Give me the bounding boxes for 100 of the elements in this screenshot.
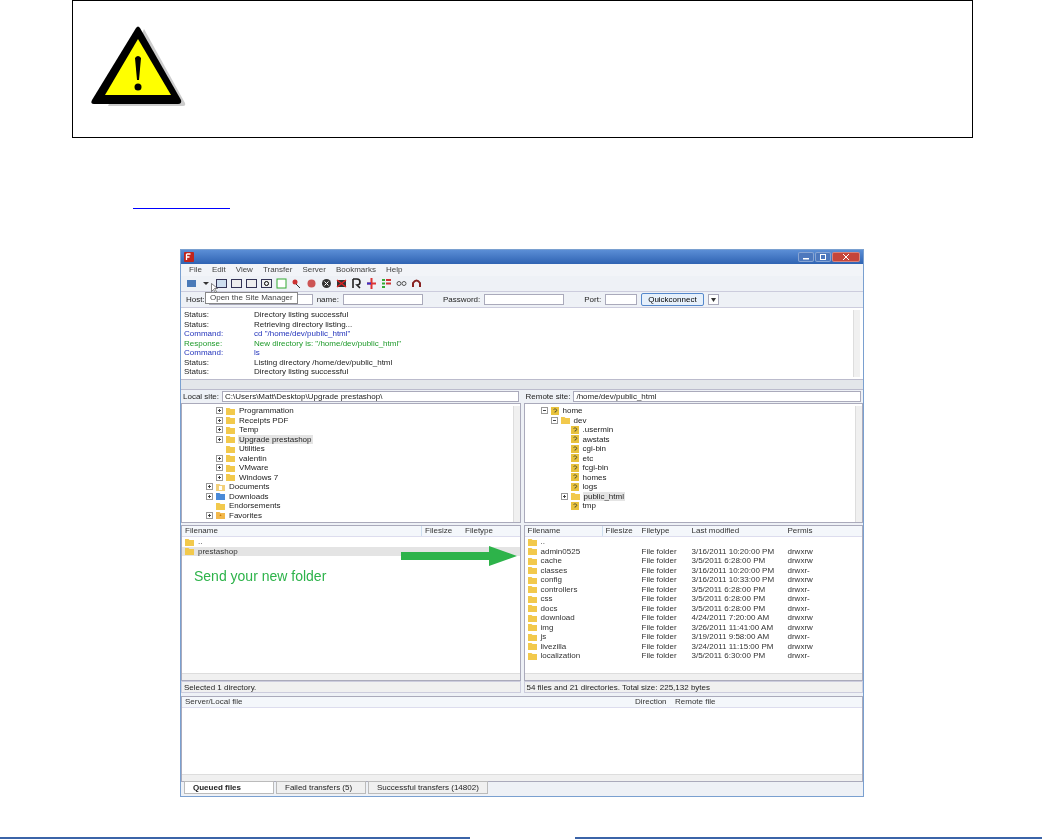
expand-icon[interactable] <box>206 511 213 519</box>
scrollbar[interactable] <box>524 673 862 680</box>
disconnect-icon[interactable] <box>336 278 347 289</box>
column-header[interactable]: Permis <box>784 526 819 536</box>
tree-item[interactable]: Temp <box>238 425 260 435</box>
expand-icon[interactable] <box>216 416 223 424</box>
menu-item[interactable]: File <box>189 265 202 275</box>
column-header[interactable]: Filetype <box>638 526 689 536</box>
tree-item[interactable]: valentin <box>238 453 268 463</box>
expand-icon[interactable] <box>206 483 213 491</box>
scrollbar[interactable] <box>182 673 520 680</box>
file-name[interactable]: admin0525 <box>540 546 581 556</box>
tree-item[interactable]: Favorites <box>228 510 263 520</box>
tree-item[interactable]: Windows 7 <box>238 472 280 482</box>
tree-item[interactable]: homes <box>581 472 608 482</box>
tree-item[interactable]: .usermin <box>581 425 615 435</box>
file-name[interactable]: livezilla <box>540 641 567 651</box>
dropdown-button[interactable] <box>707 294 719 305</box>
stop-icon[interactable] <box>321 278 332 289</box>
column-header[interactable]: Filesize <box>602 526 639 536</box>
window-icon[interactable] <box>216 278 227 289</box>
column-header[interactable]: Remote file <box>672 697 762 707</box>
file-name[interactable]: download <box>540 613 575 623</box>
file-name[interactable]: docs <box>540 603 558 613</box>
expand-icon[interactable] <box>560 492 568 500</box>
tree-item[interactable]: Endorsements <box>228 501 282 511</box>
menu-item[interactable]: Transfer <box>262 265 293 275</box>
column-header[interactable]: Filetype <box>462 526 510 536</box>
tree-item[interactable]: tmp <box>581 501 597 511</box>
permissions: drwxr- <box>787 594 810 603</box>
port-field[interactable] <box>605 294 638 305</box>
file-name[interactable]: controllers <box>540 584 578 594</box>
file-name[interactable]: classes <box>540 565 568 575</box>
password-field[interactable] <box>484 294 565 305</box>
scrollbar[interactable] <box>512 406 520 522</box>
modified-date: 3/5/2011 6:28:00 PM <box>691 556 766 565</box>
tree-item[interactable]: logs <box>581 482 599 492</box>
minimize-button[interactable] <box>798 252 814 262</box>
menu-item[interactable]: View <box>235 265 253 275</box>
tree-item[interactable]: Receipts PDF <box>238 415 290 425</box>
file-type: File folder <box>641 594 677 603</box>
username-label: name: <box>316 294 339 305</box>
window-icon[interactable] <box>246 278 257 289</box>
expand-icon[interactable] <box>216 407 223 415</box>
expand-icon[interactable] <box>206 492 213 500</box>
question-icon <box>570 444 579 453</box>
column-header[interactable]: Direction <box>632 697 672 707</box>
tree-item[interactable]: Upgrade prestashop <box>238 434 313 444</box>
file-name[interactable]: .. <box>540 537 545 547</box>
tree-item[interactable]: Downloads <box>228 491 270 501</box>
column-header[interactable]: Last modified <box>688 526 785 536</box>
tree-item[interactable]: VMware <box>238 463 270 473</box>
menu-item[interactable]: Bookmarks <box>335 265 376 275</box>
file-name[interactable]: css <box>540 594 553 604</box>
tree-item[interactable]: Programmation <box>238 406 295 416</box>
expand-icon[interactable] <box>216 473 223 481</box>
quickconnect-button[interactable]: Quickconnect <box>641 293 704 306</box>
file-name[interactable]: js <box>540 632 547 642</box>
tree-item[interactable]: awstats <box>581 434 611 444</box>
maximize-icon <box>820 254 826 260</box>
list-icon[interactable] <box>381 278 392 289</box>
tree-item[interactable]: cgi-bin <box>581 444 608 454</box>
tree-item[interactable]: Documents <box>228 482 271 492</box>
log-label: Command: <box>184 329 225 339</box>
expand-icon[interactable] <box>216 464 223 472</box>
scrollbar[interactable] <box>855 406 862 522</box>
path-field[interactable]: C:\Users\Matt\Desktop\Upgrade prestashop\ <box>222 391 519 402</box>
tree-item[interactable]: fcgi-bin <box>581 463 610 473</box>
tree-item[interactable]: home <box>561 406 584 416</box>
scrollbar[interactable] <box>853 310 860 377</box>
username-field[interactable] <box>342 294 423 305</box>
expand-icon[interactable] <box>216 426 223 434</box>
collapse-icon[interactable] <box>540 407 548 415</box>
close-icon <box>843 254 849 260</box>
window-icon[interactable] <box>231 278 242 289</box>
file-name[interactable]: .. <box>198 537 203 547</box>
maximize-button[interactable] <box>815 252 831 262</box>
tree-item[interactable]: public_html <box>582 491 625 501</box>
file-name[interactable]: prestashop <box>198 546 238 556</box>
expand-icon[interactable] <box>216 435 223 443</box>
tree-item[interactable]: dev <box>572 415 588 425</box>
column-header[interactable]: Filename <box>182 526 422 536</box>
scrollbar[interactable] <box>182 774 862 781</box>
tree-item[interactable]: etc <box>581 453 595 463</box>
expand-icon[interactable] <box>216 454 223 462</box>
column-header[interactable]: Filesize <box>422 526 462 536</box>
menu-item[interactable]: Edit <box>211 265 226 275</box>
column-header[interactable]: Filename <box>524 526 603 536</box>
file-name[interactable]: localization <box>540 651 581 661</box>
close-button[interactable] <box>832 252 860 262</box>
tree-item[interactable]: Utilities <box>238 444 266 454</box>
collapse-icon[interactable] <box>550 416 558 424</box>
file-name[interactable]: cache <box>540 556 562 566</box>
menu-item[interactable]: Help <box>385 265 403 275</box>
column-header[interactable]: Server/Local file <box>182 697 632 707</box>
file-name[interactable]: config <box>540 575 562 585</box>
menu-item[interactable]: Server <box>302 265 326 275</box>
modified-date: 3/16/2011 10:20:00 PM <box>691 546 775 556</box>
path-field[interactable]: /home/dev/public_html <box>573 391 861 402</box>
file-name[interactable]: img <box>540 622 554 632</box>
